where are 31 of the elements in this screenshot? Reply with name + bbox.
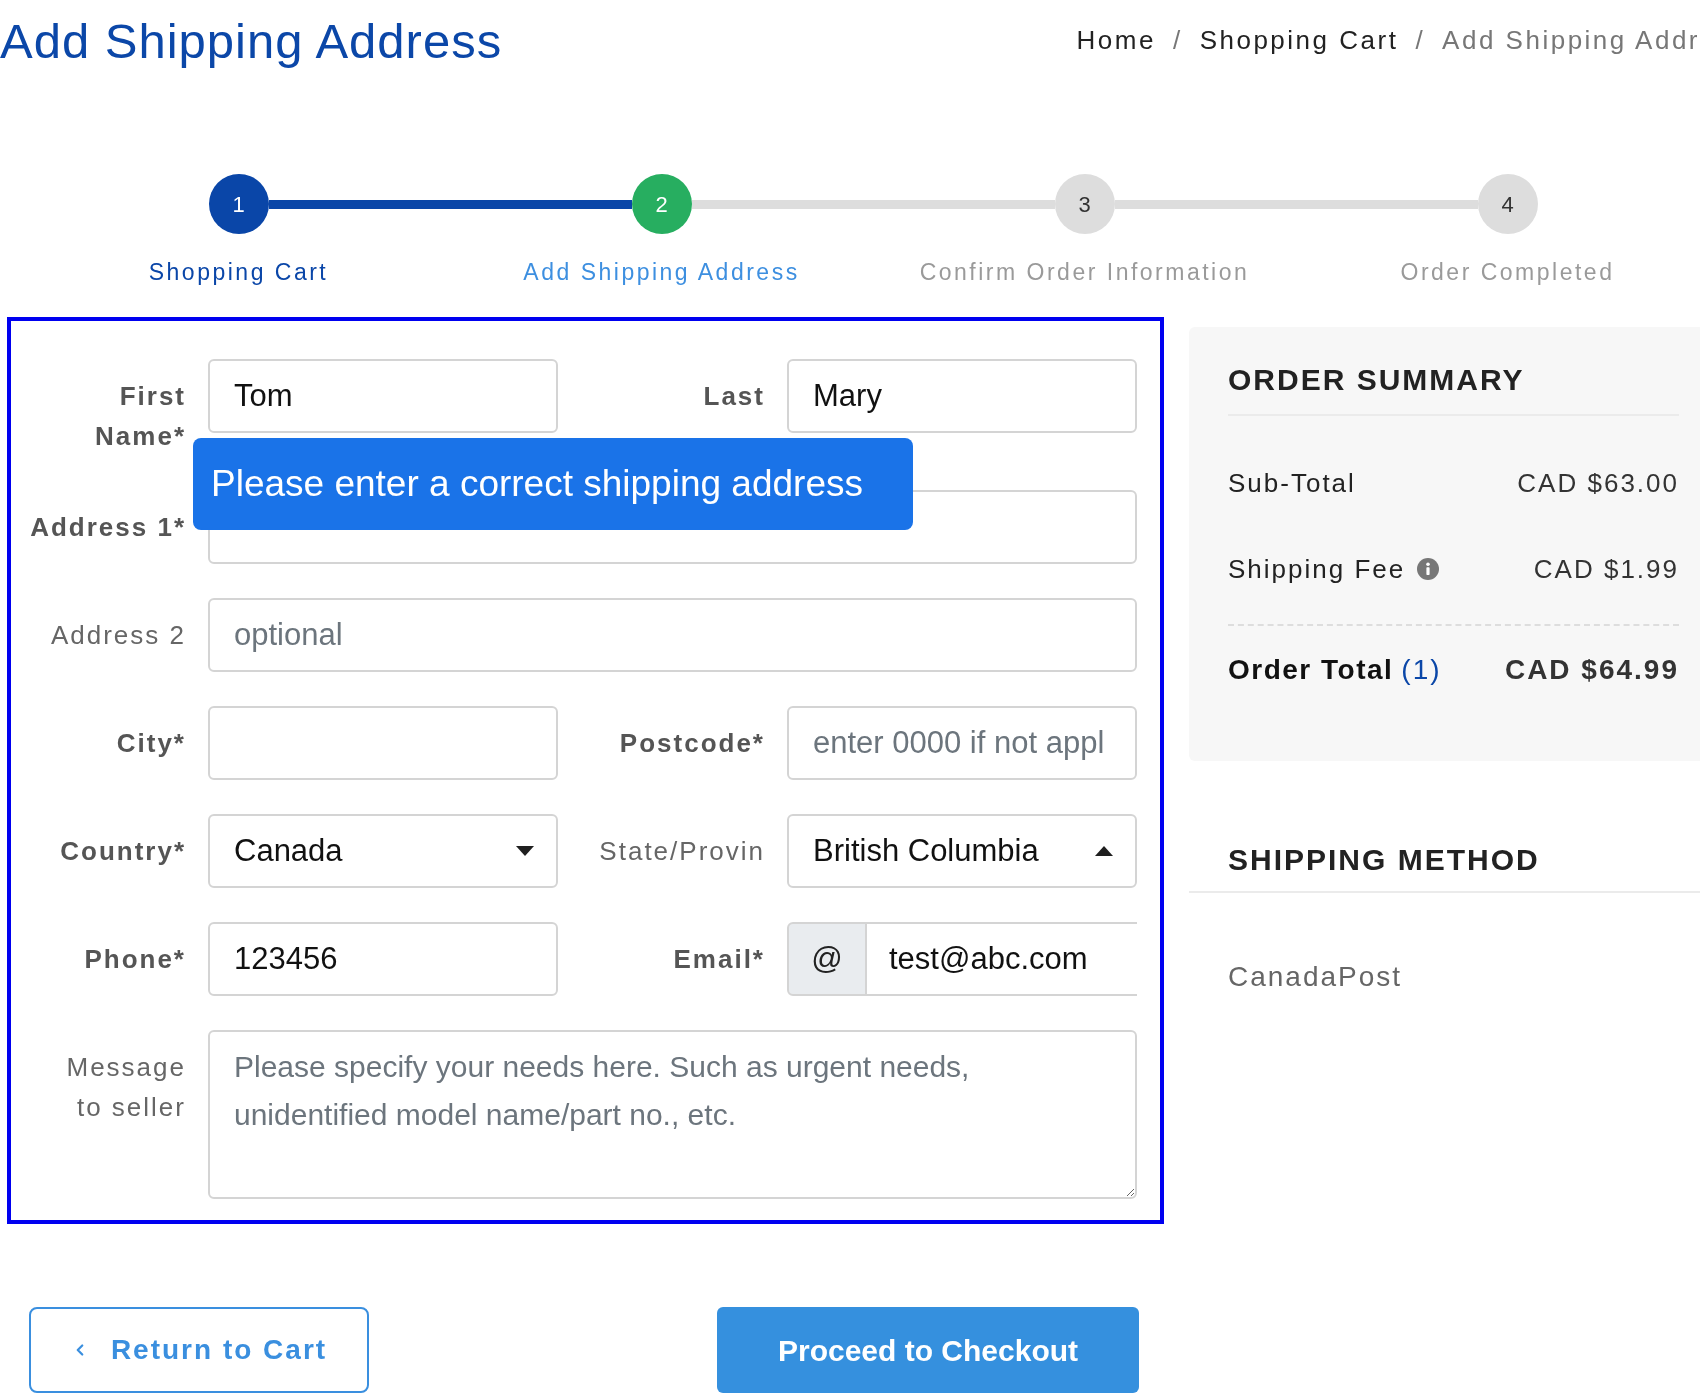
field-label: Address 2 xyxy=(50,619,186,652)
summary-label: Shipping Fee xyxy=(1228,553,1406,586)
field-label: Postcode* xyxy=(619,727,765,760)
summary-value: CAD $1.99 xyxy=(1533,553,1679,586)
order-total-value: CAD $64.99 xyxy=(1504,653,1679,687)
breadcrumb-current: Add Shipping Addr xyxy=(1442,24,1700,56)
field-label: Address 1* xyxy=(30,511,186,544)
at-sign-addon: @ xyxy=(787,922,867,996)
item-count: (1) xyxy=(1401,653,1442,687)
step-label: Order Completed xyxy=(1400,258,1615,286)
breadcrumb-separator: / xyxy=(1172,24,1183,56)
field-label: Message to seller xyxy=(65,1051,186,1124)
field-label: Email* xyxy=(673,943,765,976)
field-label: City* xyxy=(116,727,186,760)
breadcrumb-separator: / xyxy=(1415,24,1426,56)
shipping-method-option: CanadaPost xyxy=(1228,960,1403,994)
field-label: Country* xyxy=(60,835,186,868)
order-summary-heading: ORDER SUMMARY xyxy=(1228,362,1525,398)
field-label: State/Provin xyxy=(599,835,765,868)
field-label: Last xyxy=(703,380,765,413)
summary-label: Sub-Total xyxy=(1228,467,1356,500)
field-label: Phone* xyxy=(84,943,186,976)
order-total-label: Order Total xyxy=(1228,653,1394,687)
step-label: Confirm Order Information xyxy=(919,258,1250,286)
validation-tooltip: Please enter a correct shipping address xyxy=(193,438,913,530)
step-label: Shopping Cart xyxy=(148,258,329,286)
field-label: First Name* xyxy=(94,380,186,453)
summary-value: CAD $63.00 xyxy=(1517,467,1679,500)
shipping-method-heading: SHIPPING METHOD xyxy=(1228,842,1540,878)
page-title: Add Shipping Address xyxy=(0,13,503,69)
step-label: Add Shipping Address xyxy=(523,258,800,286)
